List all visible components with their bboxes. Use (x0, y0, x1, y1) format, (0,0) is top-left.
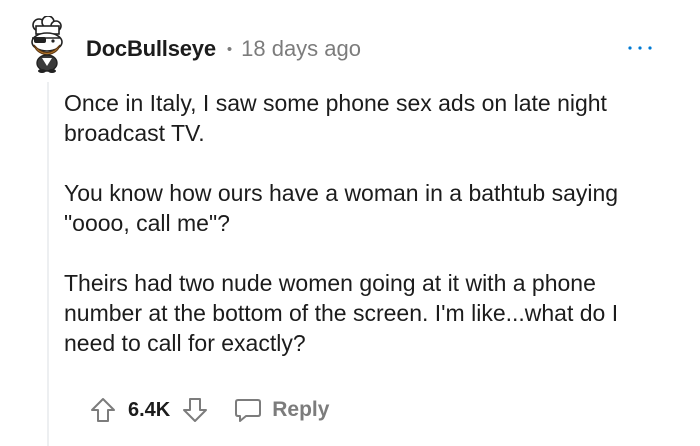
separator-dot: • (226, 40, 233, 58)
upvote-arrow-icon (91, 398, 115, 422)
vote-score: 6.4K (128, 398, 171, 421)
comment-paragraph: Theirs had two nude women going at it wi… (64, 270, 619, 356)
downvote-arrow-icon (183, 398, 208, 422)
username[interactable]: DocBullseye (86, 36, 216, 62)
downvote-button[interactable] (180, 395, 210, 425)
reply-button[interactable]: Reply (234, 397, 329, 423)
snoo-avatar-icon (31, 15, 63, 73)
comment-paragraph: Once in Italy, I saw some phone sex ads … (64, 90, 607, 146)
avatar[interactable] (22, 15, 72, 74)
comment-body: Once in Italy, I saw some phone sex ads … (64, 88, 664, 388)
comment: DocBullseye • 18 days ago Once in Italy,… (0, 0, 700, 446)
more-options-icon (628, 46, 652, 50)
comment-actions: 6.4K Reply (88, 392, 329, 428)
comment-paragraph: You know how ours have a woman in a bath… (64, 180, 619, 236)
thread-line[interactable] (47, 82, 49, 446)
timestamp[interactable]: 18 days ago (241, 36, 361, 62)
reply-label: Reply (272, 398, 330, 421)
speech-bubble-icon (235, 399, 262, 422)
comment-header: DocBullseye • 18 days ago (86, 34, 361, 64)
more-options-button[interactable] (626, 36, 654, 60)
upvote-button[interactable] (88, 395, 118, 425)
